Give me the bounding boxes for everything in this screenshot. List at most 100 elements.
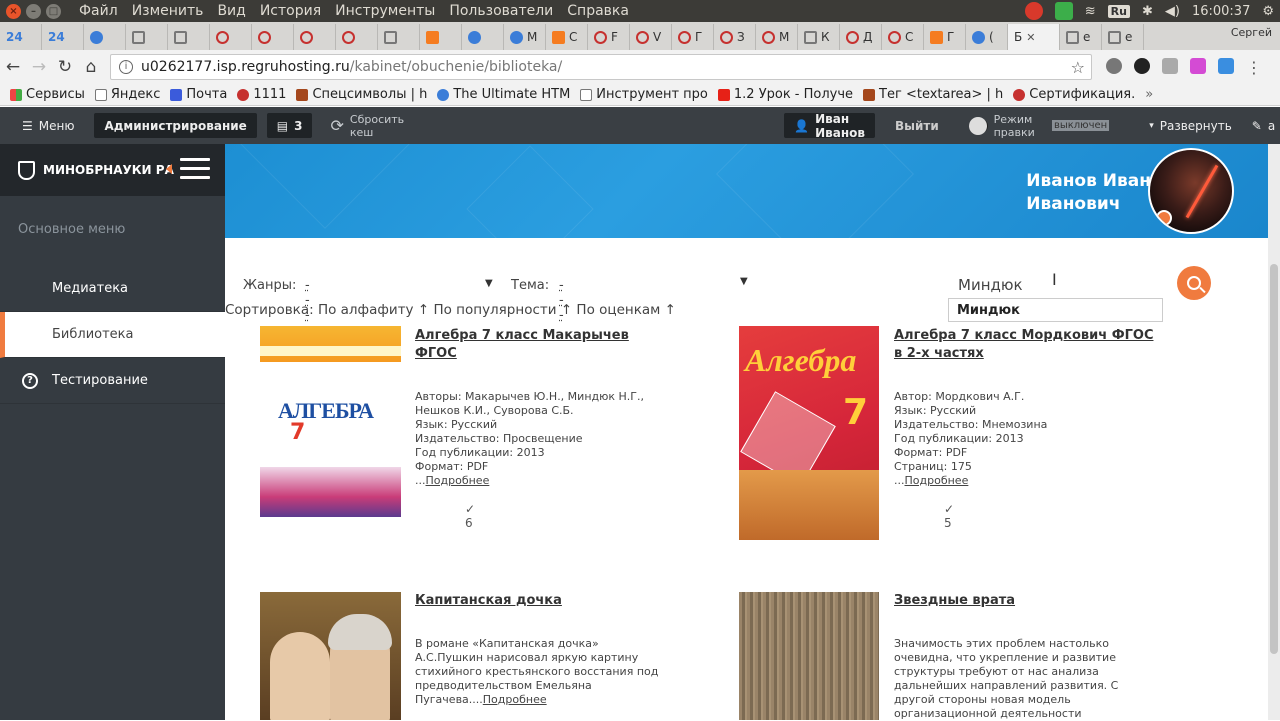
sidebar-item-biblioteka[interactable]: Библиотека [0,312,225,358]
back-arrow-icon[interactable]: ← [0,57,26,77]
page-scrollbar[interactable] [1268,144,1280,720]
browser-tab[interactable] [84,24,126,50]
book-title-link[interactable]: Алгебра 7 класс Мордкович ФГОС в 2-х час… [894,327,1154,363]
search-suggestion[interactable]: Миндюк [948,298,1163,322]
forward-arrow-icon[interactable]: → [26,57,52,77]
book-more-link[interactable]: Подробнее [426,474,490,487]
menu-help[interactable]: Справка [567,3,629,19]
sort-alphabet[interactable]: По алфафиту ↑ [318,302,429,318]
browser-tab[interactable] [336,24,378,50]
extension-circle-icon[interactable] [1134,57,1150,74]
check-icon[interactable] [1054,2,1073,20]
notifications-button[interactable]: ▤ 3 [266,113,313,138]
browser-tab[interactable]: е [1060,24,1102,50]
browser-tab[interactable] [294,24,336,50]
url-input[interactable]: i u0262177.isp.regruhosting.ru/kabinet/o… [110,54,1092,80]
bookmark-item[interactable]: The Ultimate HTM [437,87,570,102]
browser-tab[interactable] [252,24,294,50]
book-title-link[interactable]: Капитанская дочка [415,592,655,610]
clock[interactable]: 16:00:37 [1192,4,1250,19]
hamburger-icon[interactable] [180,158,210,185]
logout-button[interactable]: Выйти [885,113,949,138]
window-close-button[interactable]: × [6,3,21,19]
extension-cube-icon[interactable] [1162,57,1178,74]
volume-icon[interactable]: ◀) [1165,4,1180,19]
pin-button[interactable]: ✎ а [1242,113,1280,138]
browser-tab-active[interactable]: Б ✕ [1008,24,1060,50]
browser-tab[interactable]: ( [966,24,1008,50]
bookmark-item[interactable]: Сервисы [10,87,85,102]
browser-tab[interactable] [126,24,168,50]
menu-view[interactable]: Вид [217,3,245,19]
book-cover[interactable]: Алгебра 7 [739,326,879,540]
book-cover[interactable] [260,592,401,720]
tab-close-icon[interactable]: ✕ [1026,31,1035,44]
book-cover[interactable] [739,592,879,720]
book-more-link[interactable]: Подробнее [483,693,547,706]
bookmark-item[interactable]: Почта [170,87,227,102]
browser-tab[interactable] [420,24,462,50]
bookmark-item[interactable]: 1111 [237,87,286,102]
wifi-icon[interactable]: ≋ [1085,4,1096,19]
sidebar-item-mediateka[interactable]: Медиатека [0,266,225,312]
browser-tab[interactable]: V [630,24,672,50]
settings-gear-icon[interactable]: ⚙ [1262,4,1274,19]
browser-tab[interactable]: С [546,24,588,50]
extension-sync-icon[interactable] [1218,57,1234,74]
browser-tab[interactable] [462,24,504,50]
browser-tab[interactable]: Г [672,24,714,50]
browser-tab[interactable]: Г [924,24,966,50]
browser-tab[interactable]: М [504,24,546,50]
sort-popularity[interactable]: По популярности ↑ [433,302,572,318]
profile-name[interactable]: Иванов Иван Иванович [1026,170,1151,216]
sidebar-item-testirovanie[interactable]: ? Тестирование [0,358,225,404]
reload-icon[interactable]: ↻ [52,57,78,77]
menu-users[interactable]: Пользователи [449,3,553,19]
search-button[interactable] [1177,266,1211,300]
book-more-link[interactable]: Подробнее [905,474,969,487]
browser-tab[interactable] [210,24,252,50]
menu-tools[interactable]: Инструменты [335,3,435,19]
window-maximize-button[interactable]: □ [46,3,61,19]
book-cover[interactable]: АЛГЕБРА 7 [260,326,401,517]
bookmark-item[interactable]: Тег <textarea> | h [863,87,1003,102]
book-title-link[interactable]: Алгебра 7 класс Макарычев ФГОС [415,327,655,363]
browser-profile-name[interactable]: Сергей [1231,26,1272,39]
expand-button[interactable]: ▾ Развернуть [1139,113,1242,138]
menu-history[interactable]: История [260,3,321,19]
menu-file[interactable]: Файл [79,3,118,19]
extension-color-icon[interactable] [1190,57,1206,74]
administration-button[interactable]: Администрирование [94,113,257,138]
bookmark-item[interactable]: Инструмент про [580,87,708,102]
bookmark-item[interactable]: 1.2 Урок - Получе [717,87,853,102]
browser-tab[interactable]: З [714,24,756,50]
menu-edit[interactable]: Изменить [132,3,204,19]
browser-tab[interactable]: F [588,24,630,50]
book-title-link[interactable]: Звездные врата [894,592,1134,610]
bookmarks-overflow[interactable]: » [1145,87,1153,102]
extension-globe-icon[interactable] [1106,57,1122,74]
bookmark-item[interactable]: Спецсимволы | h [296,87,427,102]
search-input[interactable]: Миндюк [958,276,1023,294]
avatar[interactable] [1148,148,1234,234]
book-votes[interactable]: ✓ 5 [944,502,954,530]
browser-tab[interactable]: 24 [42,24,84,50]
browser-menu-icon[interactable]: ⋮ [1246,58,1262,77]
browser-tab[interactable]: 24 [0,24,42,50]
browser-tab[interactable] [378,24,420,50]
bookmark-star-icon[interactable]: ☆ [1071,58,1085,77]
scrollbar-thumb[interactable] [1270,264,1278,654]
browser-tab[interactable]: Д [840,24,882,50]
browser-tab[interactable]: К [798,24,840,50]
book-votes[interactable]: ✓ 6 [465,502,475,530]
sort-rating[interactable]: По оценкам ↑ [576,302,676,318]
keyboard-layout[interactable]: Ru [1107,4,1130,18]
browser-tab[interactable] [168,24,210,50]
edit-mode-toggle[interactable]: Режим правки выключен [959,113,1119,139]
bookmark-item[interactable]: Яндекс [94,87,160,102]
record-icon[interactable] [1024,2,1043,20]
reset-cache-button[interactable]: ⟳ Сбросить кеш [320,113,414,139]
admin-menu-button[interactable]: ☰ Меню [12,113,84,138]
browser-tab[interactable]: С [882,24,924,50]
bluetooth-icon[interactable]: ✱ [1142,4,1153,19]
